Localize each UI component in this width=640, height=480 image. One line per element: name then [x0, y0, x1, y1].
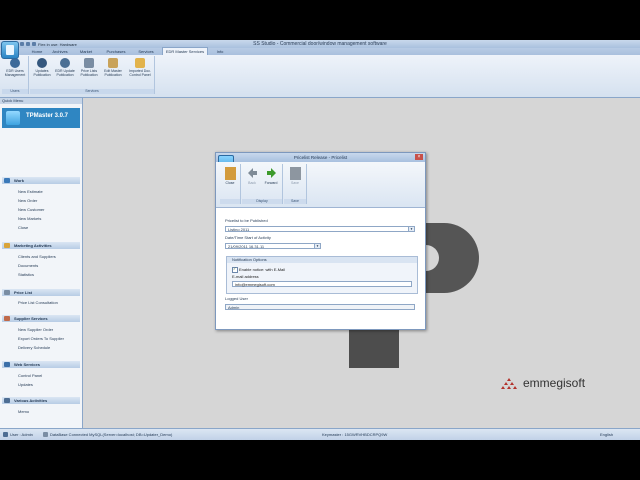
- forward-button[interactable]: Forward: [262, 167, 280, 185]
- brand-mark-icon: [501, 378, 517, 389]
- close-button[interactable]: Close: [221, 167, 239, 185]
- globe-icon: [37, 58, 47, 68]
- email-address-input[interactable]: info@emmegisoft.com: [232, 281, 412, 287]
- edit-master-publication-button[interactable]: Edit Master Publication: [102, 58, 124, 86]
- quick-menu-header: Quick Menu: [0, 98, 82, 104]
- sidebar-item-new-estimate[interactable]: New Estimate: [18, 189, 43, 194]
- date-time-field[interactable]: 21/09/2011 16.31.11 ▼: [225, 243, 321, 249]
- section-various-activities[interactable]: Various Activities: [2, 397, 80, 404]
- database-icon: [43, 432, 48, 437]
- status-database: DataBase Connected MySQL(Server=localhos…: [50, 432, 173, 437]
- tab-market[interactable]: Market: [76, 48, 96, 55]
- handshake-icon: [4, 243, 10, 248]
- dialog-group-close: Close: [220, 164, 241, 204]
- pricelist-icon: [84, 58, 94, 68]
- status-keymaster: Keymaster : 15GWRVHBDCRPQ9W: [322, 432, 388, 437]
- notification-options-group: Notification Options Enable notice: with…: [226, 256, 418, 294]
- section-web-services[interactable]: Web Services: [2, 361, 80, 368]
- ribbon-group-users: EDR Users Management Users: [2, 56, 29, 94]
- pricelist-release-dialog: Pricelist Release - Pricelist × Close Ba…: [215, 152, 426, 330]
- tab-purchases[interactable]: Purchases: [104, 48, 128, 55]
- pricelist-label: Pricelist to be Published: [225, 218, 268, 223]
- sidebar-item-statistics[interactable]: Statistics: [18, 272, 34, 277]
- logged-user-field: Admin: [225, 304, 415, 310]
- ribbon-group-services: Updates Publication EDR Update Publicati…: [30, 56, 155, 94]
- logo-icon: [6, 111, 20, 125]
- section-marketing-activities[interactable]: Marketing Activities: [2, 242, 80, 249]
- pricelist-select[interactable]: Listino 2011 ▼: [225, 226, 415, 232]
- globe-upload-icon: [60, 58, 70, 68]
- tab-services[interactable]: Services: [134, 48, 158, 55]
- supplier-icon: [4, 316, 10, 321]
- sidebar-item-new-supplier-order[interactable]: New Supplier Order: [18, 327, 53, 332]
- notification-options-title: Notification Options: [227, 257, 417, 263]
- folder-icon: [135, 58, 145, 68]
- email-notice-checkbox[interactable]: [232, 266, 238, 273]
- status-bar: User : Admin DataBase Connected MySQL(Se…: [0, 428, 640, 440]
- sidebar-item-close[interactable]: Close: [18, 225, 28, 230]
- sidebar-item-new-markets[interactable]: New Markets: [18, 216, 41, 221]
- quick-menu-sidebar: Quick Menu TPMaster 3.0.7 Work New Estim…: [0, 98, 83, 428]
- brand-name: emmegisoft: [523, 376, 586, 390]
- sidebar-item-export-orders[interactable]: Export Orders To Supplier: [18, 336, 64, 341]
- save-button[interactable]: Save: [286, 167, 304, 185]
- dialog-ribbon: Close Back Forward Display Save Save: [216, 162, 425, 208]
- app-menu-button[interactable]: [1, 41, 19, 59]
- calendar-dropdown-icon[interactable]: ▼: [314, 244, 320, 248]
- product-logo: TPMaster 3.0.7: [2, 108, 80, 128]
- logged-user-label: Logged User: [225, 296, 248, 301]
- web-icon: [4, 362, 10, 367]
- sidebar-item-delivery-schedule[interactable]: Delivery Schedule: [18, 345, 50, 350]
- activities-icon: [4, 398, 10, 403]
- price-lists-publication-button[interactable]: Price Lists Publication: [78, 58, 100, 86]
- door-icon: [224, 167, 236, 180]
- edr-users-management-button[interactable]: EDR Users Management: [4, 58, 26, 86]
- email-address-label: E-mail address: [232, 274, 259, 279]
- section-supplier-services[interactable]: Supplier Services: [2, 315, 80, 322]
- arrow-right-icon: [266, 167, 277, 180]
- users-icon: [10, 58, 20, 68]
- section-price-list[interactable]: Price List: [2, 289, 80, 296]
- updates-publication-button[interactable]: Updates Publication: [31, 58, 53, 86]
- sidebar-item-memo[interactable]: Memo: [18, 409, 29, 414]
- ribbon: EDR Users Management Users Updates Publi…: [0, 55, 640, 98]
- title-bar: Flex in use: Hardware SS Studio - Commer…: [0, 40, 640, 48]
- dialog-close-icon[interactable]: ×: [415, 154, 423, 160]
- sidebar-item-control-panel[interactable]: Control Panel: [18, 373, 42, 378]
- tab-edr-master-services[interactable]: EDR Master Services: [162, 47, 208, 55]
- tab-info[interactable]: Info: [212, 48, 228, 55]
- email-notice-label: Enable notice: with E-Mail: [239, 267, 286, 272]
- chevron-down-icon[interactable]: ▼: [408, 227, 414, 231]
- sidebar-item-clients-and-suppliers[interactable]: Clients and Suppliers: [18, 254, 56, 259]
- sidebar-item-documents[interactable]: Documents: [18, 263, 38, 268]
- tab-home[interactable]: Home: [28, 48, 46, 55]
- section-work[interactable]: Work: [2, 177, 80, 184]
- dialog-title: Pricelist Release - Pricelist: [216, 153, 425, 162]
- ribbon-tabs: Home Archives Market Purchases Services …: [0, 47, 640, 55]
- sidebar-item-new-order[interactable]: New Order: [18, 198, 37, 203]
- sidebar-item-updates[interactable]: Updates: [18, 382, 33, 387]
- sidebar-item-price-list-consultation[interactable]: Price List Consultation: [18, 300, 58, 305]
- work-icon: [4, 178, 10, 183]
- imported-doc-control-panel-button[interactable]: Imported Doc. Control Panel: [127, 58, 153, 86]
- window-title: SS Studio - Commercial door/window manag…: [253, 41, 387, 47]
- sidebar-item-new-customer[interactable]: New Customer: [18, 207, 44, 212]
- dialog-group-display: Back Forward Display: [242, 164, 283, 204]
- tab-archives[interactable]: Archives: [50, 48, 70, 55]
- user-icon: [3, 432, 8, 437]
- dialog-group-save: Save Save: [284, 164, 307, 204]
- edr-update-publication-button[interactable]: EDR Update Publication: [54, 58, 76, 86]
- status-user: User : Admin: [10, 432, 33, 437]
- back-button[interactable]: Back: [243, 167, 261, 185]
- document-edit-icon: [108, 58, 118, 68]
- pricelist-icon: [4, 290, 10, 295]
- floppy-icon: [289, 167, 301, 180]
- language-selector[interactable]: English: [600, 429, 613, 440]
- date-label: Date/Time Start of Activity: [225, 235, 271, 240]
- arrow-left-icon: [247, 167, 258, 180]
- dialog-form: Pricelist to be Published Listino 2011 ▼…: [216, 208, 425, 329]
